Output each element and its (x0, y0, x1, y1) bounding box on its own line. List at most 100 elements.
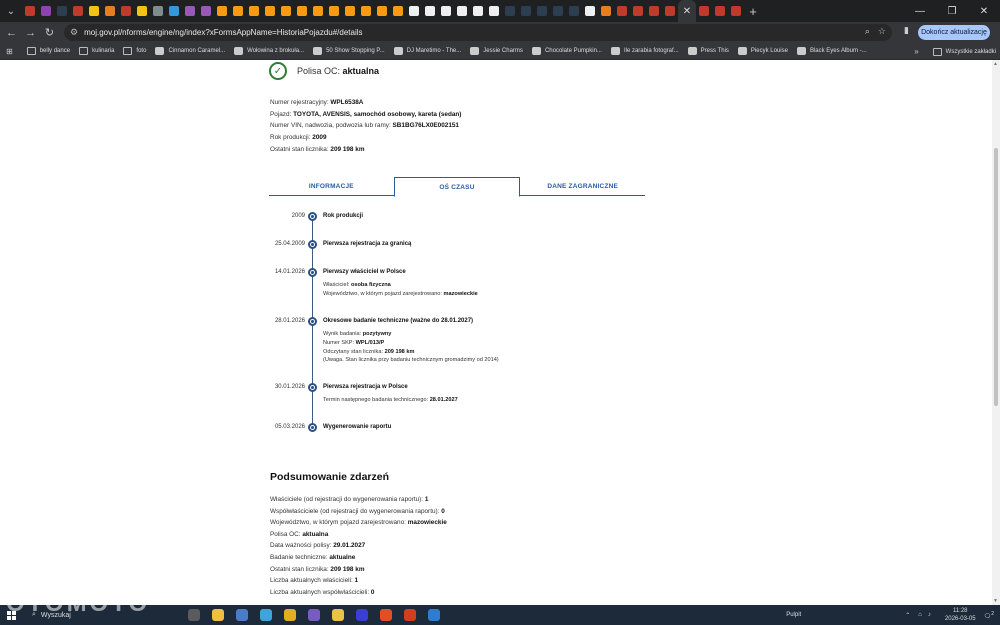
volume-icon[interactable]: ♪ (928, 612, 931, 618)
taskbar-app-icon[interactable] (374, 605, 398, 625)
browser-tab[interactable] (278, 0, 294, 22)
minimize-icon[interactable]: — (904, 0, 936, 22)
browser-tab[interactable] (54, 0, 70, 22)
maximize-icon[interactable]: ❐ (936, 0, 968, 22)
taskbar-app-icon[interactable] (206, 605, 230, 625)
bookmark-item[interactable]: Ile zarabia fotograf... (610, 47, 679, 55)
browser-tab[interactable] (294, 0, 310, 22)
taskbar-app-icon[interactable] (350, 605, 374, 625)
update-button[interactable]: Dokończ aktualizację (918, 25, 990, 40)
browser-tab[interactable] (262, 0, 278, 22)
browser-tab[interactable] (214, 0, 230, 22)
taskbar-app-icon[interactable] (278, 605, 302, 625)
clock[interactable]: 11:28 2026-03-05 (945, 607, 976, 623)
browser-tab[interactable] (38, 0, 54, 22)
scroll-thumb[interactable] (994, 148, 998, 406)
browser-tab[interactable] (230, 0, 246, 22)
browser-tab[interactable] (598, 0, 614, 22)
new-tab-button[interactable]: + (744, 4, 762, 19)
tray-chevron-icon[interactable]: ⌃ (905, 612, 910, 619)
browser-tab[interactable] (614, 0, 630, 22)
tab-informacje[interactable]: INFORMACJE (269, 177, 394, 195)
browser-tab[interactable] (326, 0, 342, 22)
bookmark-item[interactable]: Black Eyes Album -... (796, 47, 867, 55)
active-tab[interactable]: ✕ (678, 0, 696, 22)
taskbar-app-icon[interactable] (230, 605, 254, 625)
browser-tab[interactable] (134, 0, 150, 22)
browser-tab[interactable] (358, 0, 374, 22)
forward-icon[interactable]: → (21, 23, 40, 42)
browser-tab[interactable] (646, 0, 662, 22)
browser-tab[interactable] (390, 0, 406, 22)
browser-tab[interactable] (166, 0, 182, 22)
site-info-icon[interactable]: ⚙ (70, 27, 78, 38)
browser-tab[interactable] (22, 0, 38, 22)
browser-tab[interactable] (566, 0, 582, 22)
browser-tab[interactable] (182, 0, 198, 22)
browser-tab[interactable] (422, 0, 438, 22)
taskbar-app-icon[interactable] (182, 605, 206, 625)
url-text[interactable]: moj.gov.pl/nforms/engine/ng/index?xForms… (84, 28, 362, 37)
zoom-icon[interactable]: ⌕ (865, 26, 870, 37)
browser-tab[interactable] (310, 0, 326, 22)
bookmark-item[interactable]: Piecyk Louise (737, 47, 788, 55)
scroll-down-icon[interactable]: ▼ (993, 598, 998, 604)
bookmark-item[interactable]: Press This (687, 47, 729, 55)
bookmark-star-icon[interactable]: ☆ (878, 26, 886, 37)
browser-tab[interactable] (486, 0, 502, 22)
close-window-icon[interactable]: ✕ (968, 0, 1000, 22)
browser-tab[interactable] (534, 0, 550, 22)
taskbar-app-icon[interactable] (326, 605, 350, 625)
browser-tab[interactable] (454, 0, 470, 22)
address-bar[interactable]: ⚙ moj.gov.pl/nforms/engine/ng/index?xFor… (64, 24, 892, 41)
browser-tab[interactable] (118, 0, 134, 22)
browser-tab[interactable] (662, 0, 678, 22)
bookmark-item[interactable]: kulinaria (79, 47, 114, 55)
browser-tab[interactable] (198, 0, 214, 22)
tab-search-icon[interactable]: ⌄ (2, 2, 20, 20)
browser-tab[interactable] (150, 0, 166, 22)
tab-dane-zagraniczne[interactable]: DANE ZAGRANICZNE (520, 177, 645, 195)
browser-tab[interactable] (406, 0, 422, 22)
browser-tab[interactable] (712, 0, 728, 22)
browser-tab[interactable] (696, 0, 712, 22)
browser-tab[interactable] (246, 0, 262, 22)
extensions-icon[interactable]: ▮ (904, 25, 909, 36)
network-icon[interactable]: ⌂ (918, 612, 922, 618)
browser-tab[interactable] (374, 0, 390, 22)
taskbar-app-icon[interactable] (254, 605, 278, 625)
taskbar-app-icon[interactable] (398, 605, 422, 625)
bookmark-item[interactable]: Jessie Charms (470, 47, 523, 55)
all-bookmarks-link[interactable]: Wszystkie zakładki (946, 49, 996, 55)
taskbar-app-icon[interactable] (302, 605, 326, 625)
browser-tab[interactable] (502, 0, 518, 22)
browser-tab[interactable] (728, 0, 744, 22)
apps-icon[interactable]: ⊞ (6, 47, 13, 56)
browser-tab[interactable] (518, 0, 534, 22)
scroll-up-icon[interactable]: ▲ (993, 61, 998, 67)
bookmark-item[interactable]: 50 Show Stopping P... (313, 47, 385, 55)
more-bookmarks-icon[interactable]: » (914, 47, 918, 56)
browser-tab[interactable] (86, 0, 102, 22)
browser-tab[interactable] (630, 0, 646, 22)
close-tab-icon[interactable]: ✕ (683, 6, 691, 17)
taskbar-app-icon[interactable] (422, 605, 446, 625)
bookmark-item[interactable]: Chocolate Pumpkin... (531, 47, 602, 55)
bookmark-item[interactable]: foto (123, 47, 146, 55)
browser-tab[interactable] (582, 0, 598, 22)
desktop-label[interactable]: Pulpit (786, 612, 801, 618)
tab-os-czasu[interactable]: OŚ CZASU (393, 177, 521, 197)
back-icon[interactable]: ← (2, 23, 21, 42)
bookmark-item[interactable]: DJ Maretimo - The... (393, 47, 461, 55)
bookmark-item[interactable]: belly dance (26, 47, 70, 55)
browser-tab[interactable] (470, 0, 486, 22)
page-scrollbar[interactable]: ▲ ▼ (992, 60, 1000, 605)
bookmark-item[interactable]: Cinnamon Caramel... (155, 47, 225, 55)
bookmark-item[interactable]: Wołowina z brokuła... (234, 47, 304, 55)
browser-tab[interactable] (70, 0, 86, 22)
browser-tab[interactable] (342, 0, 358, 22)
notification-icon[interactable]: 🗨2 (984, 611, 994, 620)
browser-tab[interactable] (550, 0, 566, 22)
browser-tab[interactable] (102, 0, 118, 22)
reload-icon[interactable]: ↻ (40, 23, 59, 42)
